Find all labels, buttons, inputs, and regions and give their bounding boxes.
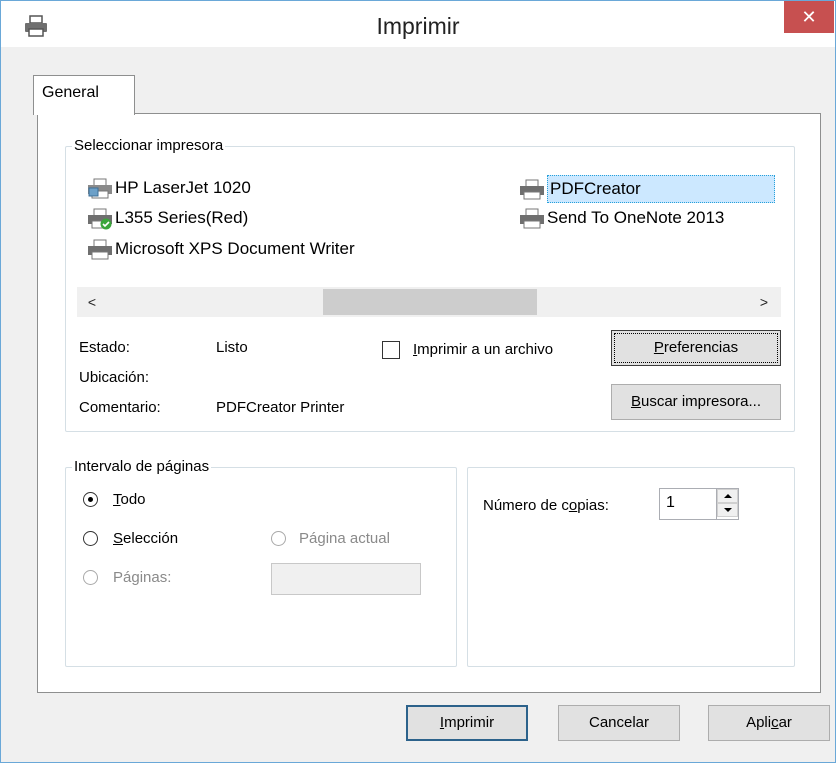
printer-icon bbox=[520, 208, 544, 229]
status-value: Listo bbox=[216, 339, 248, 356]
print-to-file-label-rest: mprimir a un archivo bbox=[417, 341, 554, 358]
apply-button[interactable]: Aplicar bbox=[708, 705, 830, 741]
apply-button-key: c bbox=[771, 714, 779, 731]
printer-name: Send To OneNote 2013 bbox=[547, 208, 725, 227]
scrollbar-thumb[interactable] bbox=[323, 289, 537, 315]
pages-input[interactable] bbox=[271, 563, 421, 595]
printer-name: PDFCreator bbox=[547, 175, 775, 203]
printer-name: Microsoft XPS Document Writer bbox=[115, 239, 355, 258]
location-label: Ubicación: bbox=[79, 369, 150, 386]
page-range-legend: Intervalo de páginas bbox=[72, 458, 212, 475]
printer-item-pdfcreator[interactable]: PDFCreator bbox=[517, 175, 775, 203]
select-printer-legend: Seleccionar impresora bbox=[72, 137, 226, 154]
radio-pages-label[interactable]: Páginas: bbox=[113, 569, 171, 586]
printer-name: HP LaserJet 1020 bbox=[115, 178, 251, 197]
scroll-left-icon[interactable]: < bbox=[79, 289, 105, 315]
cancel-button[interactable]: Cancelar bbox=[558, 705, 680, 741]
copies-label-post: pias: bbox=[577, 497, 609, 514]
radio-all-label[interactable]: Todo bbox=[113, 491, 146, 508]
radio-current-page-label[interactable]: Página actual bbox=[299, 530, 390, 547]
copies-spin bbox=[716, 489, 738, 519]
comment-value: PDFCreator Printer bbox=[216, 399, 345, 416]
decrement-icon[interactable] bbox=[717, 503, 738, 517]
copies-stepper[interactable]: 1 bbox=[659, 488, 739, 520]
printer-item-l355-series[interactable]: L355 Series(Red) bbox=[85, 205, 248, 231]
copies-input[interactable]: 1 bbox=[662, 490, 675, 516]
printer-item-send-to-onenote[interactable]: Send To OneNote 2013 bbox=[517, 205, 724, 231]
apply-button-post: ar bbox=[778, 714, 792, 731]
preferences-button-rest: referencias bbox=[663, 339, 739, 356]
radio-all[interactable] bbox=[83, 492, 98, 507]
print-button-rest: mprimir bbox=[444, 714, 495, 731]
radio-selection[interactable] bbox=[83, 531, 98, 546]
printer-list-scrollbar[interactable]: < > bbox=[77, 287, 781, 317]
preferences-button[interactable]: Preferencias bbox=[611, 330, 781, 366]
copies-label: Número de copias: bbox=[483, 497, 609, 514]
close-icon: ✕ bbox=[801, 7, 817, 27]
window-title: Imprimir bbox=[376, 13, 460, 39]
printer-item-hp-laserjet-1020[interactable]: HP LaserJet 1020 bbox=[85, 175, 251, 201]
copies-label-pre: Número de c bbox=[483, 497, 569, 514]
copies-label-key: o bbox=[568, 497, 578, 514]
increment-icon[interactable] bbox=[717, 489, 738, 503]
status-label: Estado: bbox=[79, 339, 130, 356]
printer-icon bbox=[520, 179, 544, 200]
radio-selection-label-rest: elección bbox=[123, 530, 179, 547]
radio-current-page[interactable] bbox=[271, 531, 286, 546]
apply-button-pre: Apli bbox=[746, 714, 772, 731]
radio-selection-label[interactable]: Selección bbox=[113, 530, 178, 547]
print-to-file-checkbox[interactable] bbox=[382, 341, 400, 359]
printer-item-microsoft-xps[interactable]: Microsoft XPS Document Writer bbox=[85, 236, 355, 262]
default-printer-icon bbox=[88, 208, 112, 230]
printer-icon bbox=[88, 239, 112, 260]
comment-label: Comentario: bbox=[79, 399, 161, 416]
scroll-right-icon[interactable]: > bbox=[751, 289, 777, 315]
printer-name: L355 Series(Red) bbox=[115, 208, 249, 227]
radio-pages[interactable] bbox=[83, 570, 98, 585]
print-to-file-label[interactable]: Imprimir a un archivo bbox=[413, 341, 553, 358]
tab-general-label: General bbox=[42, 84, 99, 101]
network-printer-icon bbox=[88, 178, 112, 199]
find-printer-button-rest: uscar impresora... bbox=[640, 393, 762, 410]
print-button[interactable]: Imprimir bbox=[406, 705, 528, 741]
radio-all-label-rest: odo bbox=[120, 491, 146, 508]
close-button[interactable]: ✕ bbox=[784, 1, 834, 33]
find-printer-button[interactable]: Buscar impresora... bbox=[611, 384, 781, 420]
print-dialog: Imprimir ✕ General Seleccionar impresora… bbox=[0, 0, 836, 763]
tab-general[interactable]: General bbox=[33, 75, 135, 115]
title-bar[interactable]: Imprimir ✕ bbox=[1, 1, 835, 47]
